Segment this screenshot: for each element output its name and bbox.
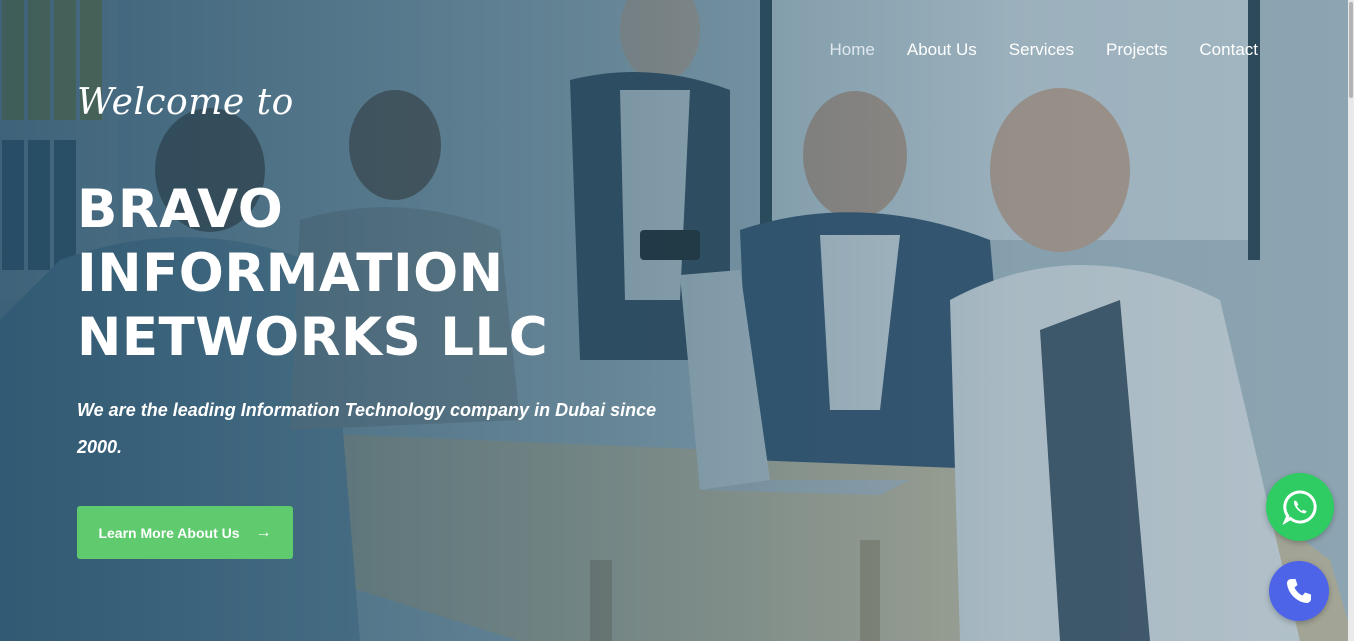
page-scrollbar[interactable] bbox=[1348, 0, 1354, 641]
company-title-line-1: BRAVO bbox=[77, 179, 284, 240]
arrow-right-icon: → bbox=[255, 523, 272, 541]
nav-about-link[interactable]: About Us bbox=[907, 40, 977, 60]
whatsapp-button[interactable] bbox=[1266, 473, 1334, 541]
company-title-line-2: INFORMATION bbox=[77, 243, 504, 304]
learn-more-button[interactable]: Learn More About Us → bbox=[77, 506, 293, 559]
scrollbar-thumb[interactable] bbox=[1349, 2, 1353, 98]
main-nav: Home About Us Services Projects Contact bbox=[830, 40, 1259, 60]
nav-contact-link[interactable]: Contact bbox=[1199, 40, 1258, 60]
hero-tagline: We are the leading Information Technolog… bbox=[77, 400, 657, 457]
hero-section: Home About Us Services Projects Contact … bbox=[0, 0, 1354, 641]
nav-home-link[interactable]: Home bbox=[830, 40, 875, 60]
company-title-line-3: NETWORKS LLC bbox=[77, 307, 549, 368]
learn-more-label: Learn More About Us bbox=[98, 524, 240, 541]
company-title: BRAVO INFORMATION NETWORKS LLC bbox=[77, 178, 548, 370]
nav-services-link[interactable]: Services bbox=[1009, 40, 1074, 60]
welcome-heading: Welcome to bbox=[77, 82, 294, 123]
whatsapp-icon bbox=[1282, 490, 1317, 526]
phone-button[interactable] bbox=[1269, 561, 1329, 621]
nav-projects-link[interactable]: Projects bbox=[1106, 40, 1167, 60]
phone-icon bbox=[1287, 579, 1311, 603]
